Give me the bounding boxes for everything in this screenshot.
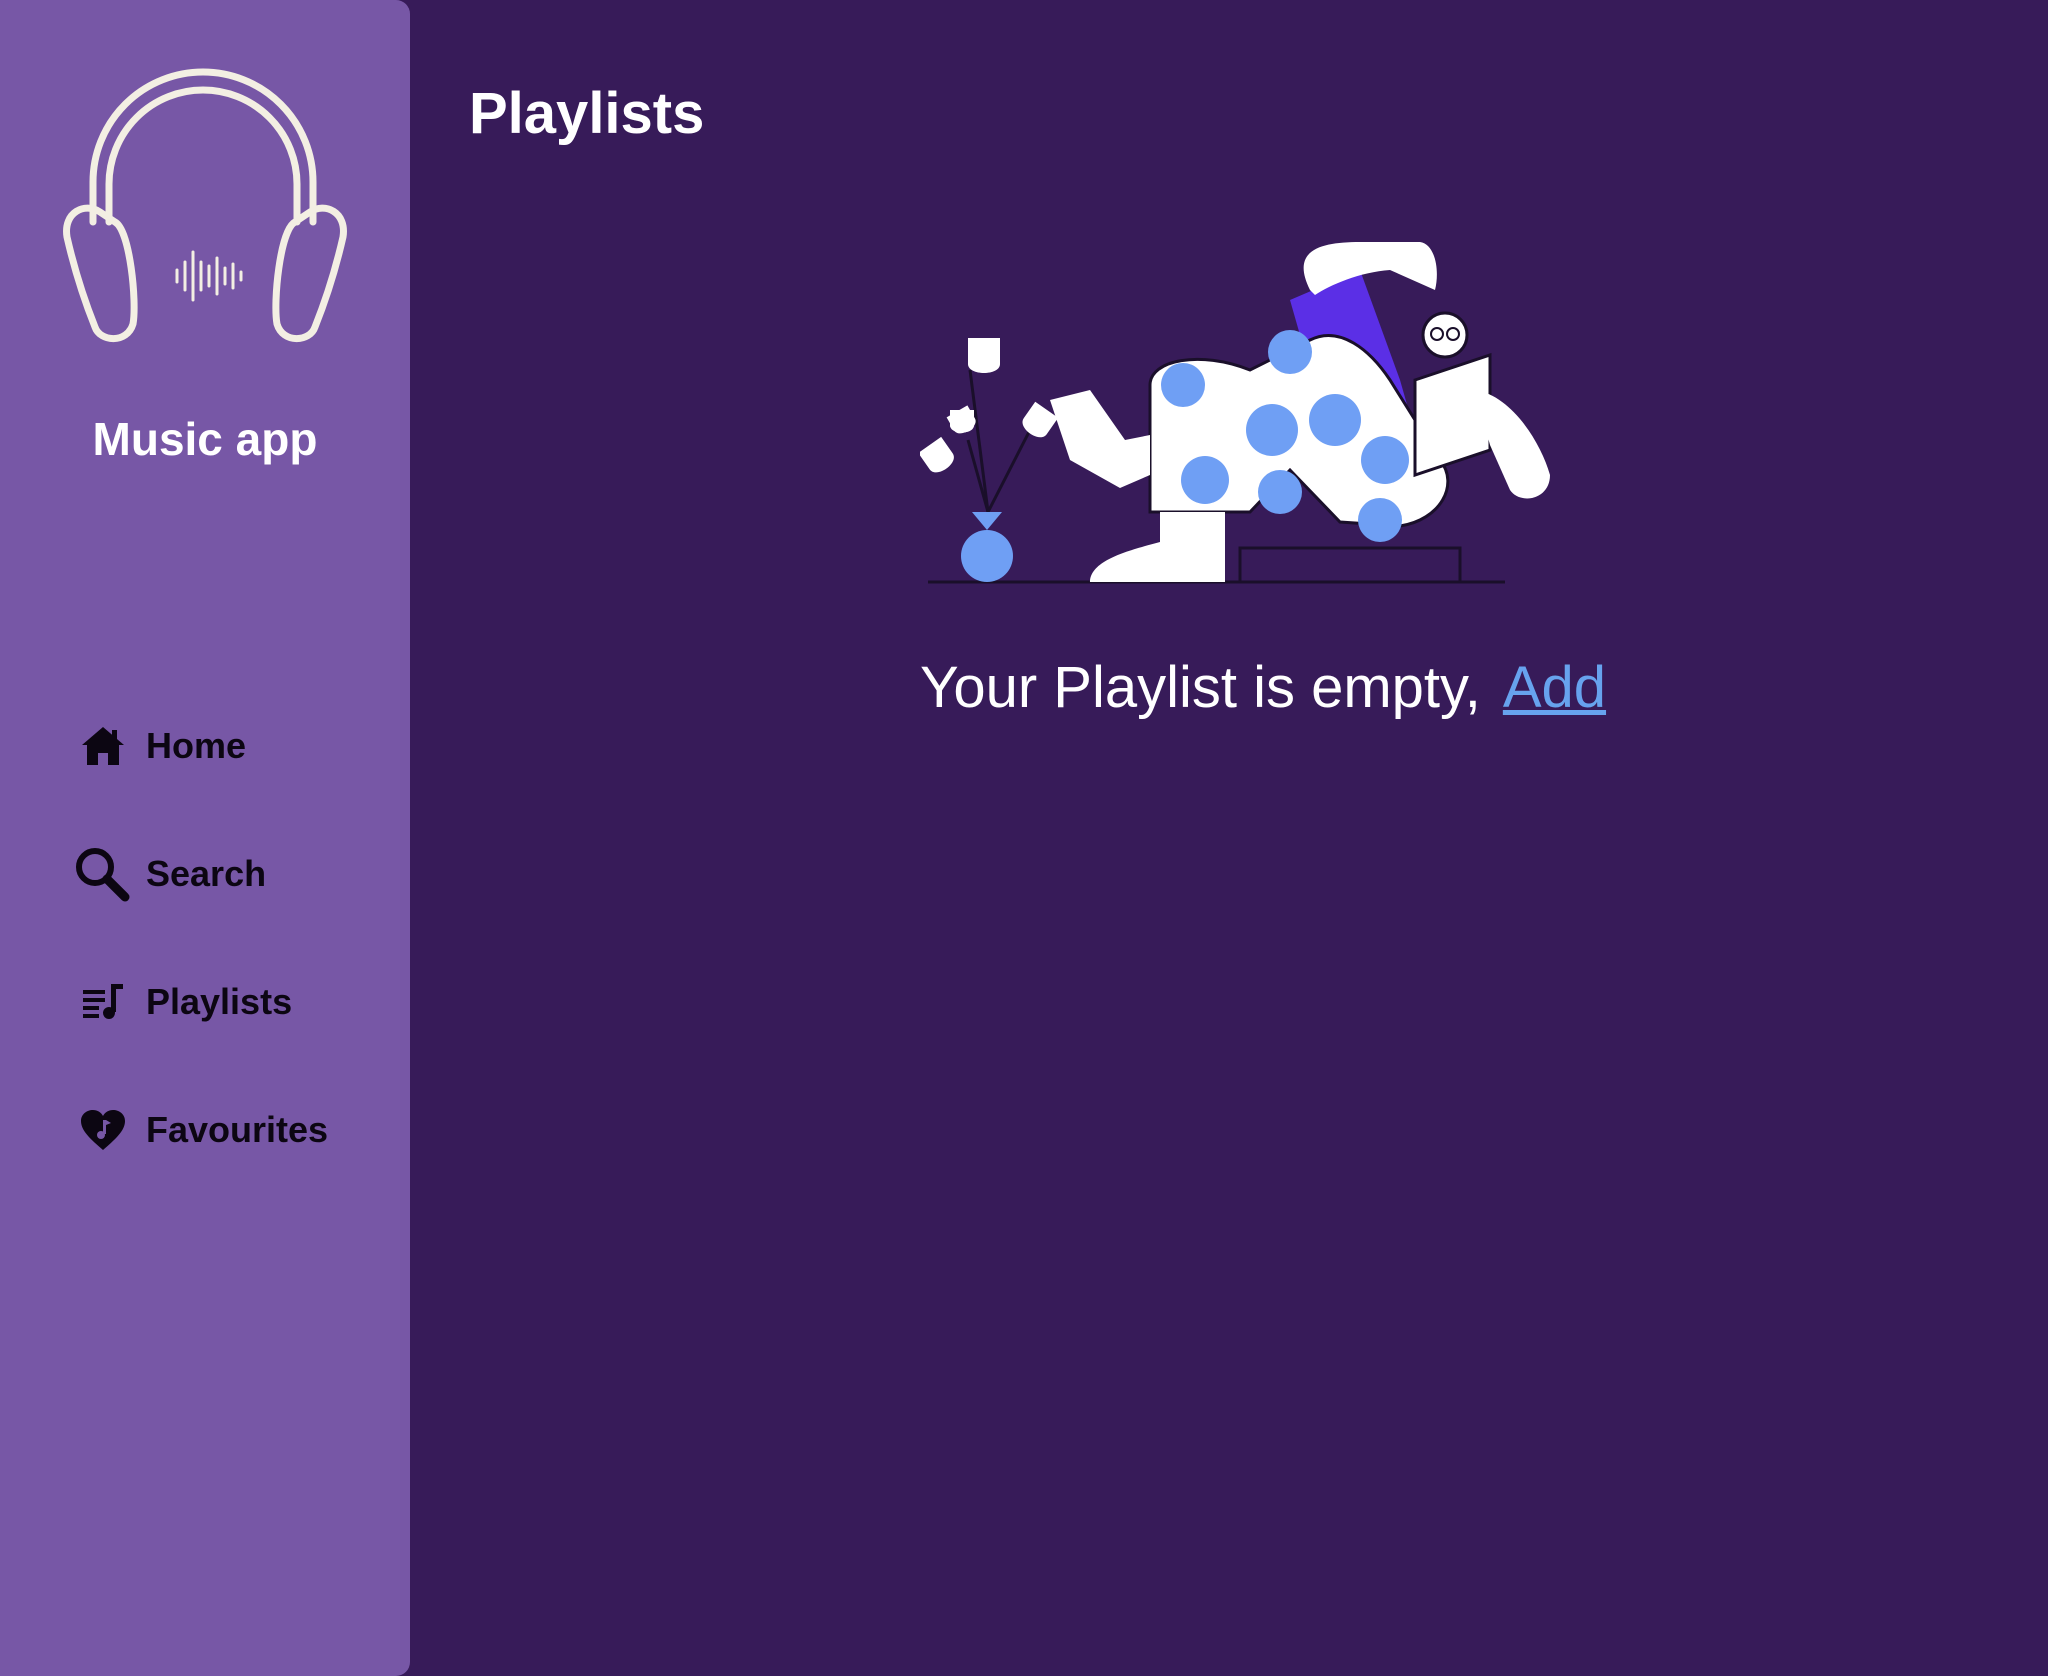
sidebar-item-favourites[interactable]: Favourites: [72, 1098, 392, 1162]
empty-playlist-illustration: [920, 242, 1550, 584]
add-playlist-link[interactable]: Add: [1503, 654, 1606, 721]
sidebar-item-search[interactable]: Search: [72, 842, 392, 906]
sidebar: Music app Home Search Playlists Favourit…: [0, 0, 410, 1676]
sidebar-item-label: Home: [146, 725, 247, 766]
app-name: Music app: [92, 413, 318, 465]
empty-state-row: Your Playlist is empty, Add: [0, 654, 2048, 721]
page-title: Playlists: [469, 81, 705, 146]
home-icon: [72, 718, 134, 774]
sidebar-item-label: Favourites: [146, 1109, 329, 1150]
playlist-icon: [72, 974, 134, 1030]
sidebar-item-home[interactable]: Home: [72, 714, 392, 778]
sidebar-item-label: Search: [146, 853, 267, 894]
empty-state-message: Your Playlist is empty,: [919, 655, 1481, 720]
headphones-logo-icon: [63, 68, 347, 343]
sidebar-item-label: Playlists: [146, 981, 293, 1022]
heart-music-icon: [72, 1102, 134, 1158]
search-icon: [72, 846, 134, 902]
app-window: Music app Home Search Playlists Favourit…: [0, 0, 2048, 1676]
sidebar-item-playlists[interactable]: Playlists: [72, 970, 392, 1034]
